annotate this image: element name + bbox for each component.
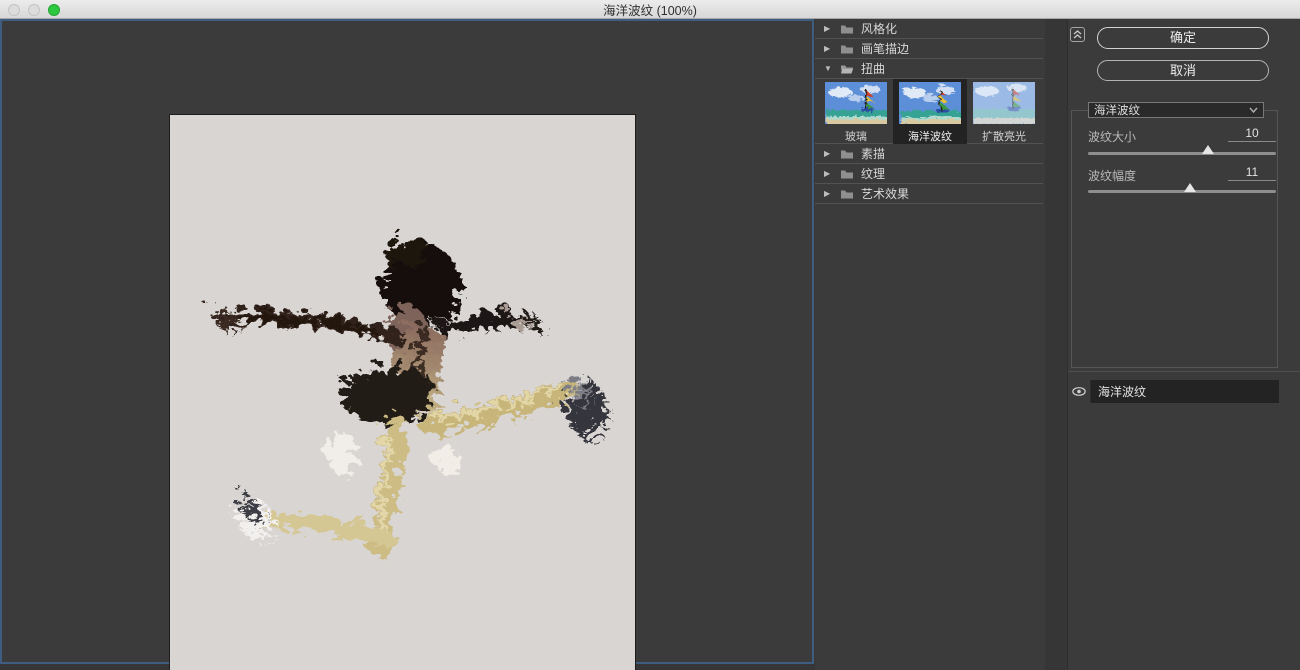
slider-thumb[interactable]: [1202, 145, 1215, 154]
category-label: 风格化: [861, 22, 898, 36]
filter-gallery-list: ▶ 风格化 ▶ 画笔描边 ▼ 扭曲 玻璃 海洋波纹 扩散亮光 ▶ 素描 ▶ 纹理…: [815, 19, 1045, 670]
category-sketch[interactable]: ▶ 素描: [815, 144, 1043, 164]
close-button-icon: [8, 3, 20, 16]
category-texture[interactable]: ▶ 纹理: [815, 164, 1043, 184]
category-artistic[interactable]: ▶ 艺术效果: [815, 184, 1043, 204]
folder-icon: [841, 170, 853, 179]
ripple-magnitude-label: 波纹幅度: [1088, 169, 1137, 183]
ripple-size-label: 波纹大小: [1088, 130, 1137, 144]
filter-thumb-label: 玻璃: [845, 131, 867, 143]
cancel-button[interactable]: 取消: [1097, 60, 1269, 81]
category-label: 素描: [861, 147, 886, 161]
folder-icon: [841, 190, 853, 199]
ocean-ripple-preview-image: [205, 233, 598, 555]
collapse-panel-button[interactable]: [1070, 27, 1085, 42]
ripple-size-value[interactable]: 10: [1228, 126, 1276, 142]
filter-select-value: 海洋波纹: [1094, 105, 1140, 117]
category-label: 艺术效果: [861, 187, 910, 201]
folder-icon: [841, 25, 853, 34]
category-label: 扭曲: [861, 62, 886, 76]
filter-settings-panel: 确定 取消 海洋波纹 波纹大小 10 波纹幅度 11 海洋波纹: [1067, 19, 1300, 670]
chevron-down-icon: [1249, 107, 1258, 113]
filter-thumb-diffuse-glow[interactable]: 扩散亮光: [967, 79, 1041, 144]
category-brush-strokes[interactable]: ▶ 画笔描边: [815, 39, 1043, 59]
window-titlebar: 海洋波纹 (100%): [0, 0, 1300, 19]
filter-params-group: [1071, 110, 1278, 368]
diffuse-glow-thumbnail-image: [973, 82, 1035, 124]
ocean-ripple-thumbnail-image: [899, 82, 961, 124]
chevron-right-icon: ▶: [824, 169, 831, 178]
ripple-size-slider[interactable]: [1088, 145, 1276, 155]
slider-thumb[interactable]: [1183, 183, 1196, 192]
eye-icon: [1072, 387, 1086, 396]
double-chevron-up-icon: [1073, 30, 1082, 39]
category-stylize[interactable]: ▶ 风格化: [815, 19, 1043, 39]
layer-visibility-toggle[interactable]: [1068, 380, 1091, 403]
minimize-button-icon: [28, 3, 40, 16]
chevron-right-icon: ▶: [824, 149, 831, 158]
layer-name: 海洋波纹: [1098, 385, 1147, 399]
category-distort[interactable]: ▼ 扭曲: [815, 59, 1043, 79]
chevron-right-icon: ▶: [824, 24, 831, 33]
filter-thumb-label: 海洋波纹: [908, 131, 952, 143]
glass-thumbnail-image: [825, 82, 887, 124]
effect-layers-panel: 海洋波纹: [1068, 371, 1300, 670]
filter-thumb-label: 扩散亮光: [982, 131, 1026, 143]
chevron-right-icon: ▶: [824, 189, 831, 198]
filter-thumb-ocean-ripple[interactable]: 海洋波纹: [893, 79, 967, 144]
filter-preview-pane[interactable]: [0, 19, 814, 670]
zoom-button-icon[interactable]: [48, 3, 60, 16]
open-folder-icon: [841, 65, 853, 74]
chevron-down-icon: ▼: [824, 64, 832, 73]
category-label: 纹理: [861, 167, 886, 181]
ripple-magnitude-slider[interactable]: [1088, 183, 1276, 193]
category-label: 画笔描边: [861, 42, 910, 56]
ripple-magnitude-value[interactable]: 11: [1228, 165, 1276, 181]
filter-thumb-glass[interactable]: 玻璃: [819, 79, 893, 144]
effect-layer-row[interactable]: 海洋波纹: [1068, 380, 1279, 403]
filter-select-dropdown[interactable]: 海洋波纹: [1088, 102, 1264, 118]
traffic-lights: [8, 3, 60, 16]
chevron-right-icon: ▶: [824, 44, 831, 53]
window-title: 海洋波纹 (100%): [603, 3, 697, 18]
folder-icon: [841, 45, 853, 54]
layer-name-cell: 海洋波纹: [1091, 380, 1279, 403]
preview-canvas[interactable]: [169, 114, 636, 670]
ok-button[interactable]: 确定: [1097, 27, 1269, 49]
distort-thumbnails: 玻璃 海洋波纹 扩散亮光: [815, 79, 1043, 144]
folder-icon: [841, 150, 853, 159]
